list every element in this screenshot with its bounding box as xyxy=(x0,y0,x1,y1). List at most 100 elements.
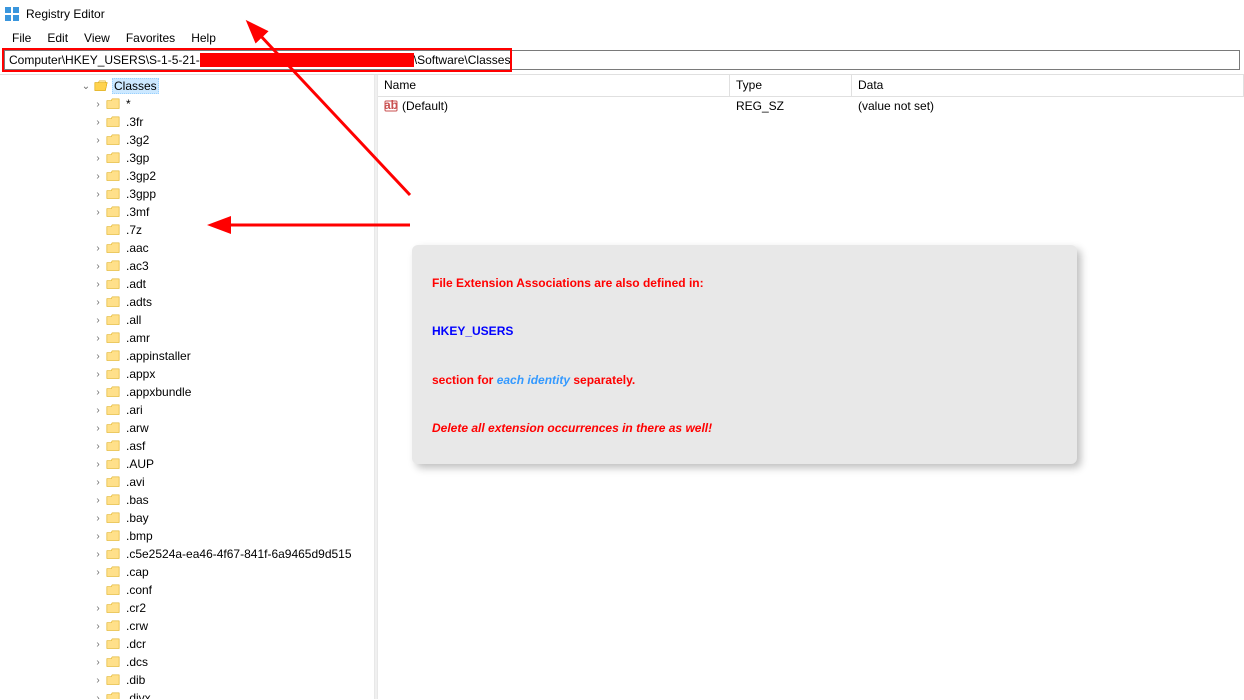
column-data[interactable]: Data xyxy=(852,75,1244,96)
tree-node[interactable]: ›.appinstaller xyxy=(0,347,374,365)
menu-view[interactable]: View xyxy=(76,29,118,47)
tree-node[interactable]: ›.amr xyxy=(0,329,374,347)
tree-label: .asf xyxy=(124,438,147,454)
tree-node[interactable]: › .3gp xyxy=(0,149,374,167)
tree-node[interactable]: › .aac xyxy=(0,239,374,257)
menu-file[interactable]: File xyxy=(4,29,39,47)
folder-icon xyxy=(106,440,120,452)
folder-icon xyxy=(106,476,120,488)
tree-node[interactable]: › .cap xyxy=(0,563,374,581)
chevron-right-icon[interactable]: › xyxy=(92,188,104,200)
tree-node[interactable]: ›.dcs xyxy=(0,653,374,671)
folder-icon xyxy=(106,188,120,200)
tree-node[interactable]: ›.3gp2 xyxy=(0,167,374,185)
address-bar[interactable]: Computer\HKEY_USERS\S-1-5-21-\Software\C… xyxy=(4,50,1240,70)
titlebar: Registry Editor xyxy=(0,0,1244,28)
chevron-right-icon[interactable]: › xyxy=(92,350,104,362)
tree-node[interactable]: ›.bay xyxy=(0,509,374,527)
chevron-right-icon[interactable]: › xyxy=(92,530,104,542)
tree-node[interactable]: ›.bmp xyxy=(0,527,374,545)
folder-icon xyxy=(106,404,120,416)
chevron-right-icon[interactable]: › xyxy=(92,620,104,632)
tree-node[interactable]: ›.all xyxy=(0,311,374,329)
menu-help[interactable]: Help xyxy=(183,29,224,47)
chevron-right-icon[interactable]: › xyxy=(92,296,104,308)
chevron-right-icon[interactable]: › xyxy=(92,458,104,470)
folder-icon xyxy=(106,134,120,146)
tree-node[interactable]: ›.3g2 xyxy=(0,131,374,149)
chevron-right-icon[interactable]: › xyxy=(92,260,104,272)
column-type[interactable]: Type xyxy=(730,75,852,96)
chevron-right-icon[interactable]: › xyxy=(92,278,104,290)
chevron-right-icon[interactable]: › xyxy=(92,638,104,650)
tree-node[interactable]: ›.3fr xyxy=(0,113,374,131)
redacted-sid xyxy=(200,53,414,67)
tree-node[interactable]: ›.dcr xyxy=(0,635,374,653)
chevron-right-icon[interactable]: › xyxy=(92,332,104,344)
tree-node[interactable]: ›.c5e2524a-ea46-4f67-841f-6a9465d9d515 xyxy=(0,545,374,563)
tree-node-classes[interactable]: ⌄ Classes xyxy=(0,77,374,95)
tree-node[interactable]: ›.appxbundle xyxy=(0,383,374,401)
tree-node[interactable]: ›.3gpp xyxy=(0,185,374,203)
tree-node[interactable]: › .asf xyxy=(0,437,374,455)
chevron-right-icon[interactable]: › xyxy=(92,134,104,146)
tree-panel[interactable]: ⌄Classes›*›.3fr›.3g2›.3gp›.3gp2›.3gpp›.3… xyxy=(0,75,374,699)
menu-edit[interactable]: Edit xyxy=(39,29,76,47)
chevron-right-icon[interactable]: › xyxy=(92,98,104,110)
tree-node[interactable]: ›.3mf xyxy=(0,203,374,221)
chevron-right-icon[interactable]: › xyxy=(92,476,104,488)
column-name[interactable]: Name xyxy=(378,75,730,96)
chevron-right-icon[interactable]: › xyxy=(92,368,104,380)
value-row[interactable]: ab(Default)REG_SZ(value not set) xyxy=(378,97,1244,115)
tree-label: Classes xyxy=(112,78,159,94)
chevron-right-icon[interactable]: › xyxy=(92,602,104,614)
chevron-right-icon[interactable]: › xyxy=(92,674,104,686)
annotation-callout: File Extension Associations are also def… xyxy=(412,245,1077,464)
chevron-right-icon[interactable]: › xyxy=(92,404,104,416)
chevron-right-icon[interactable]: › xyxy=(92,566,104,578)
folder-icon xyxy=(106,656,120,668)
chevron-right-icon[interactable]: › xyxy=(92,494,104,506)
tree-node[interactable]: ›.adt xyxy=(0,275,374,293)
folder-icon xyxy=(106,422,120,434)
tree-node[interactable]: › .divx xyxy=(0,689,374,699)
chevron-right-icon[interactable]: › xyxy=(92,170,104,182)
tree-label: .divx xyxy=(124,690,153,699)
chevron-right-icon[interactable]: › xyxy=(92,152,104,164)
tree-node[interactable]: ›* xyxy=(0,95,374,113)
chevron-right-icon[interactable]: › xyxy=(92,206,104,218)
chevron-right-icon[interactable]: › xyxy=(92,548,104,560)
chevron-right-icon[interactable]: › xyxy=(92,386,104,398)
chevron-right-icon[interactable]: › xyxy=(92,512,104,524)
address-suffix: \Software\Classes xyxy=(414,53,511,67)
chevron-right-icon[interactable]: › xyxy=(92,692,104,699)
tree-node[interactable]: ›.adts xyxy=(0,293,374,311)
chevron-right-icon[interactable]: › xyxy=(92,656,104,668)
folder-icon xyxy=(106,170,120,182)
tree-label: .aac xyxy=(124,240,151,256)
tree-node[interactable]: ›.AUP xyxy=(0,455,374,473)
tree-node[interactable]: ›.appx xyxy=(0,365,374,383)
tree-node[interactable]: ›.crw xyxy=(0,617,374,635)
folder-icon xyxy=(106,260,120,272)
annotation-line2: HKEY_USERS xyxy=(432,324,513,338)
tree-label: .dib xyxy=(124,672,147,688)
tree-node[interactable]: ›.ac3 xyxy=(0,257,374,275)
tree-label: .3gp xyxy=(124,150,151,166)
tree-node[interactable]: ›.cr2 xyxy=(0,599,374,617)
tree-node[interactable]: ›.arw xyxy=(0,419,374,437)
tree-label: .cap xyxy=(124,564,151,580)
tree-node[interactable]: ›.conf xyxy=(0,581,374,599)
tree-node[interactable]: › .dib xyxy=(0,671,374,689)
chevron-right-icon[interactable]: › xyxy=(92,422,104,434)
chevron-right-icon[interactable]: › xyxy=(92,242,104,254)
tree-node[interactable]: ›.bas xyxy=(0,491,374,509)
tree-node[interactable]: ›.avi xyxy=(0,473,374,491)
chevron-right-icon[interactable]: › xyxy=(92,440,104,452)
tree-node[interactable]: ›.7z xyxy=(0,221,374,239)
chevron-right-icon[interactable]: › xyxy=(92,314,104,326)
tree-node[interactable]: ›.ari xyxy=(0,401,374,419)
menu-favorites[interactable]: Favorites xyxy=(118,29,183,47)
chevron-right-icon[interactable]: › xyxy=(92,116,104,128)
chevron-down-icon[interactable]: ⌄ xyxy=(80,80,92,92)
